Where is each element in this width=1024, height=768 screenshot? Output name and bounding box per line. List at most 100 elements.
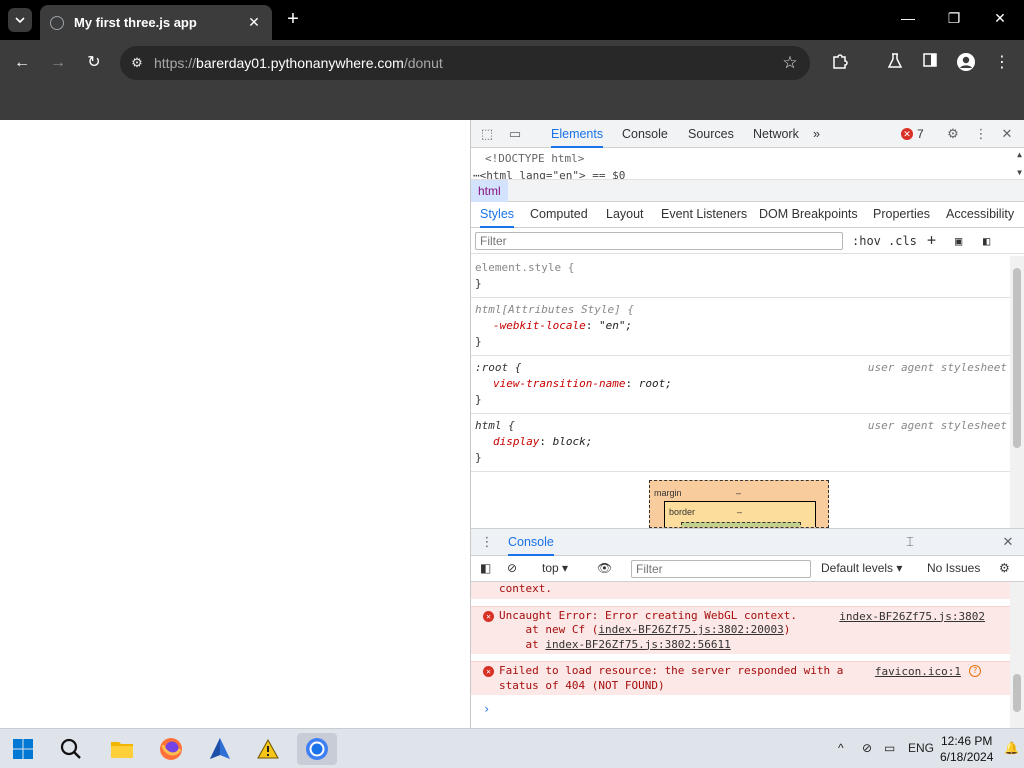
taskbar-file-explorer[interactable] [102,733,142,765]
console-message-truncated[interactable]: context. [471,582,1011,600]
inspect-element-icon[interactable]: ⬚ [478,125,496,143]
console-prompt[interactable]: › [471,696,1011,716]
taskbar-app[interactable] [200,733,240,765]
clear-console-icon[interactable]: ⊘ [507,561,517,575]
issues-counter[interactable]: No Issues [927,561,980,575]
browser-menu-button[interactable]: ⋮ [991,52,1013,74]
close-drawer-icon[interactable]: ✕ [999,533,1017,551]
rule-element-style[interactable]: element.style { } [471,256,1011,298]
console-sidebar-icon[interactable]: ◧ [480,561,491,575]
url-text[interactable]: https://barerday01.pythonanywhere.com/do… [154,55,770,71]
new-tab-button[interactable]: + [282,8,304,30]
scroll-down-arrow-icon[interactable]: ▼ [1017,168,1022,177]
bookmark-star-icon[interactable]: ☆ [770,53,810,73]
address-bar[interactable]: ⚙ https://barerday01.pythonanywhere.com/… [120,46,810,80]
tab-sources[interactable]: Sources [688,120,734,148]
css-value[interactable]: "en"; [599,319,632,332]
hov-toggle[interactable]: :hov [852,234,881,248]
close-devtools-icon[interactable]: ✕ [998,125,1016,143]
notification-bell-icon[interactable]: 🔔 [1004,741,1019,755]
tab-network[interactable]: Network [753,120,799,148]
subtab-dom-breakpoints[interactable]: DOM Breakpoints [759,202,858,228]
rule-html[interactable]: html { user agent stylesheet display: bl… [471,414,1011,472]
toggle-sidebar-icon[interactable]: ◧ [983,234,990,248]
drawer-menu-icon[interactable]: ⋮ [478,533,496,551]
rule-declaration[interactable]: display: block; [475,434,1007,450]
message-source-link[interactable]: favicon.ico:1 [875,665,961,680]
stack-link[interactable]: index-BF26Zf75.js:3802:20003 [598,623,783,636]
subtab-styles[interactable]: Styles [480,202,515,228]
rule-root[interactable]: :root { user agent stylesheet view-trans… [471,356,1011,414]
subtab-properties[interactable]: Properties [873,202,930,228]
context-selector[interactable]: top ▾ [542,561,568,575]
console-filter-input[interactable] [631,560,811,578]
labs-button[interactable] [884,52,906,74]
rule-attributes-style[interactable]: html[Attributes Style] { -webkit-locale:… [471,298,1011,356]
dom-tree[interactable]: <!DOCTYPE html> ⋯<html lang="en"> == $0 … [471,148,1024,180]
live-expression-eye-icon[interactable]: 👁 [597,561,612,575]
minimize-button[interactable]: — [898,10,918,26]
tray-camera-icon[interactable]: ⊘ [862,741,872,755]
paint-bucket-icon[interactable]: ▣ [955,234,962,248]
cls-toggle[interactable]: .cls [888,234,917,248]
console-settings-gear-icon[interactable]: ⚙ [999,561,1010,575]
taskbar-chrome[interactable] [297,733,337,765]
css-value[interactable]: block; [553,435,593,448]
taskbar-clock[interactable]: 12:46 PM 6/18/2024 [940,733,993,765]
web-page-viewport[interactable] [0,120,470,728]
box-model-border-value[interactable]: – [737,507,742,517]
styles-scrollbar[interactable] [1010,256,1024,528]
rule-declaration[interactable]: -webkit-locale: "en"; [475,318,1007,334]
message-source-link[interactable]: index-BF26Zf75.js:3802 [839,610,985,625]
device-toolbar-icon[interactable]: ▭ [506,125,524,143]
taskbar-search-button[interactable] [51,733,91,765]
tab-elements[interactable]: Elements [551,120,604,148]
console-messages[interactable]: context. ✕ Uncaught Error: Error creatin… [471,582,1011,728]
dom-doctype[interactable]: <!DOCTYPE html> [485,152,584,165]
error-counter[interactable]: ✕ 7 [901,127,924,141]
back-button[interactable]: ← [11,52,33,74]
drawer-tab-console[interactable]: Console [508,529,554,556]
browser-tab[interactable]: My first three.js app ✕ [40,5,272,40]
settings-gear-icon[interactable]: ⚙ [944,125,962,143]
ai-explain-icon[interactable]: ? [969,665,981,677]
box-model-diagram[interactable]: margin – border – [649,480,829,528]
css-property[interactable]: display [493,435,539,448]
taskbar-warning-app[interactable] [248,733,288,765]
box-model-margin-value[interactable]: – [736,488,741,498]
extensions-button[interactable] [829,52,851,74]
css-property[interactable]: -webkit-locale [493,319,586,332]
start-button[interactable] [3,733,43,765]
console-error-webgl[interactable]: ✕ Uncaught Error: Error creating WebGL c… [471,605,1011,655]
styles-filter-input[interactable] [475,232,843,250]
subtab-computed[interactable]: Computed [530,202,588,228]
stack-link[interactable]: index-BF26Zf75.js:3802:56611 [545,638,730,651]
subtab-layout[interactable]: Layout [606,202,644,228]
console-error-404[interactable]: ✕ Failed to load resource: the server re… [471,661,1011,696]
new-style-rule-icon[interactable]: + [927,231,936,249]
subtab-accessibility[interactable]: Accessibility [946,202,1014,228]
styles-scroll-thumb[interactable] [1013,268,1021,448]
language-indicator[interactable]: ENG [908,741,934,755]
more-tabs-button[interactable]: » [813,120,820,148]
profile-button[interactable] [955,52,977,74]
tab-search-button[interactable] [8,8,32,32]
console-scroll-thumb[interactable] [1013,674,1021,712]
log-levels-dropdown[interactable]: Default levels ▾ [821,561,902,575]
rule-declaration[interactable]: view-transition-name: root; [475,376,1007,392]
tab-console[interactable]: Console [622,120,668,148]
breadcrumb-html[interactable]: html [471,180,508,202]
scroll-up-arrow-icon[interactable]: ▲ [1017,150,1022,159]
css-value[interactable]: root; [639,377,672,390]
console-scrollbar[interactable] [1010,582,1024,728]
restore-button[interactable]: ❐ [944,10,964,27]
css-property[interactable]: view-transition-name [493,377,625,390]
forward-button[interactable]: → [47,52,69,74]
site-info-icon[interactable]: ⚙ [120,55,154,71]
subtab-event-listeners[interactable]: Event Listeners [661,202,747,228]
dom-html-node[interactable]: ⋯<html lang="en"> == $0 [473,169,625,179]
close-window-button[interactable]: ✕ [990,10,1010,27]
taskbar-firefox[interactable] [151,733,191,765]
tab-close-icon[interactable]: ✕ [246,14,262,31]
tray-network-icon[interactable]: ▭ [884,741,895,755]
